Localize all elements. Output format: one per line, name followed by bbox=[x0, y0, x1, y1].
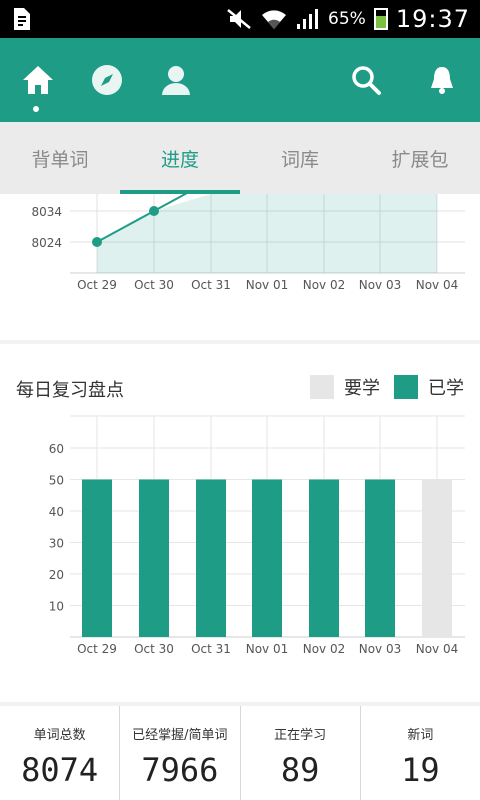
x-tick-label: Oct 31 bbox=[191, 278, 231, 292]
y-tick-label: 8034 bbox=[31, 205, 62, 219]
tab-extensions[interactable]: 扩展包 bbox=[360, 122, 480, 194]
daily-review-chart: Oct 29 Oct 30 Oct 31 Nov 01 Nov 02 Nov 03 Nov … bbox=[49, 415, 465, 656]
bar bbox=[139, 479, 169, 637]
status-right: 65% 19:37 bbox=[226, 5, 470, 33]
bar bbox=[309, 479, 339, 637]
battery-percent: 65% bbox=[328, 9, 366, 29]
wifi-icon bbox=[262, 10, 287, 29]
stat-label: 新词 bbox=[407, 728, 434, 743]
clock: 19:37 bbox=[395, 5, 470, 33]
tab-progress[interactable]: 进度 bbox=[120, 122, 240, 194]
stat-value: 89 bbox=[280, 751, 320, 789]
x-tick-label: Nov 01 bbox=[246, 278, 289, 292]
notification-icon bbox=[14, 8, 30, 30]
x-tick-label: Nov 01 bbox=[246, 642, 289, 656]
x-tick-label: Nov 04 bbox=[416, 642, 459, 656]
status-bar: 65% 19:37 bbox=[0, 0, 480, 38]
y-tick-label: 10 bbox=[49, 600, 64, 614]
tab-bar: 背单词 进度 词库 扩展包 bbox=[0, 122, 480, 194]
stat-value: 19 bbox=[401, 751, 440, 789]
bar bbox=[196, 479, 226, 637]
x-tick-label: Oct 30 bbox=[134, 642, 174, 656]
stat-label: 单词总数 bbox=[33, 728, 86, 743]
stat-value: 8074 bbox=[21, 751, 99, 789]
progress-chart: 8024 8034 Oct 29 Oct 30 Oct 31 Nov 01 Nov 02 No… bbox=[31, 194, 465, 292]
stat-mastered: 已经掌握/简单词 7966 bbox=[120, 706, 241, 800]
mute-icon bbox=[227, 9, 251, 29]
stat-new-words: 新词 19 bbox=[361, 706, 480, 800]
y-tick-label: 60 bbox=[49, 442, 64, 456]
stat-learning: 正在学习 89 bbox=[241, 706, 361, 800]
x-tick-label: Oct 30 bbox=[134, 278, 174, 292]
bar bbox=[82, 479, 112, 637]
search-icon[interactable] bbox=[348, 62, 384, 98]
x-tick-label: Nov 04 bbox=[416, 278, 459, 292]
stat-label: 已经掌握/简单词 bbox=[132, 728, 228, 743]
stat-value: 7966 bbox=[141, 751, 219, 789]
profile-icon[interactable] bbox=[158, 62, 194, 98]
app-bar bbox=[0, 38, 480, 122]
compass-icon[interactable] bbox=[89, 62, 125, 98]
stat-label: 正在学习 bbox=[274, 728, 327, 743]
y-tick-label: 50 bbox=[49, 474, 64, 488]
status-left bbox=[10, 6, 34, 32]
tab-word-bank[interactable]: 词库 bbox=[240, 122, 360, 194]
stats-card: 单词总数 8074 已经掌握/简单词 7966 正在学习 89 新词 19 bbox=[0, 706, 480, 800]
home-icon[interactable] bbox=[20, 62, 56, 98]
tab-memorize[interactable]: 背单词 bbox=[0, 122, 120, 194]
data-point bbox=[149, 206, 159, 216]
y-tick-label: 40 bbox=[49, 505, 64, 519]
battery-icon bbox=[373, 8, 388, 30]
bell-icon[interactable] bbox=[424, 62, 460, 98]
daily-review-card: 每日复习盘点 要学 已学 Oct 29 Oct 30 Oct 31 Nov 01 Nov… bbox=[0, 344, 480, 702]
x-tick-label: Nov 03 bbox=[359, 278, 402, 292]
x-tick-label: Oct 31 bbox=[191, 642, 231, 656]
active-indicator-dot bbox=[33, 106, 39, 112]
bar bbox=[365, 479, 395, 637]
appbar-actions bbox=[348, 62, 460, 98]
progress-chart-card: 8024 8034 Oct 29 Oct 30 Oct 31 Nov 01 Nov 02 No… bbox=[0, 194, 480, 340]
x-tick-label: Nov 02 bbox=[303, 278, 346, 292]
bar bbox=[252, 479, 282, 637]
x-tick-label: Nov 02 bbox=[303, 642, 346, 656]
y-tick-label: 8024 bbox=[31, 236, 62, 250]
x-tick-label: Oct 29 bbox=[77, 278, 117, 292]
y-tick-label: 30 bbox=[49, 537, 64, 551]
series-area bbox=[97, 194, 437, 273]
stat-total-words: 单词总数 8074 bbox=[0, 706, 121, 800]
battery-fill bbox=[375, 16, 386, 28]
x-tick-label: Oct 29 bbox=[77, 642, 117, 656]
signal-icon bbox=[297, 9, 319, 29]
data-point bbox=[92, 237, 102, 247]
x-tick-label: Nov 03 bbox=[359, 642, 402, 656]
bar bbox=[422, 479, 452, 637]
y-tick-label: 20 bbox=[49, 568, 64, 582]
